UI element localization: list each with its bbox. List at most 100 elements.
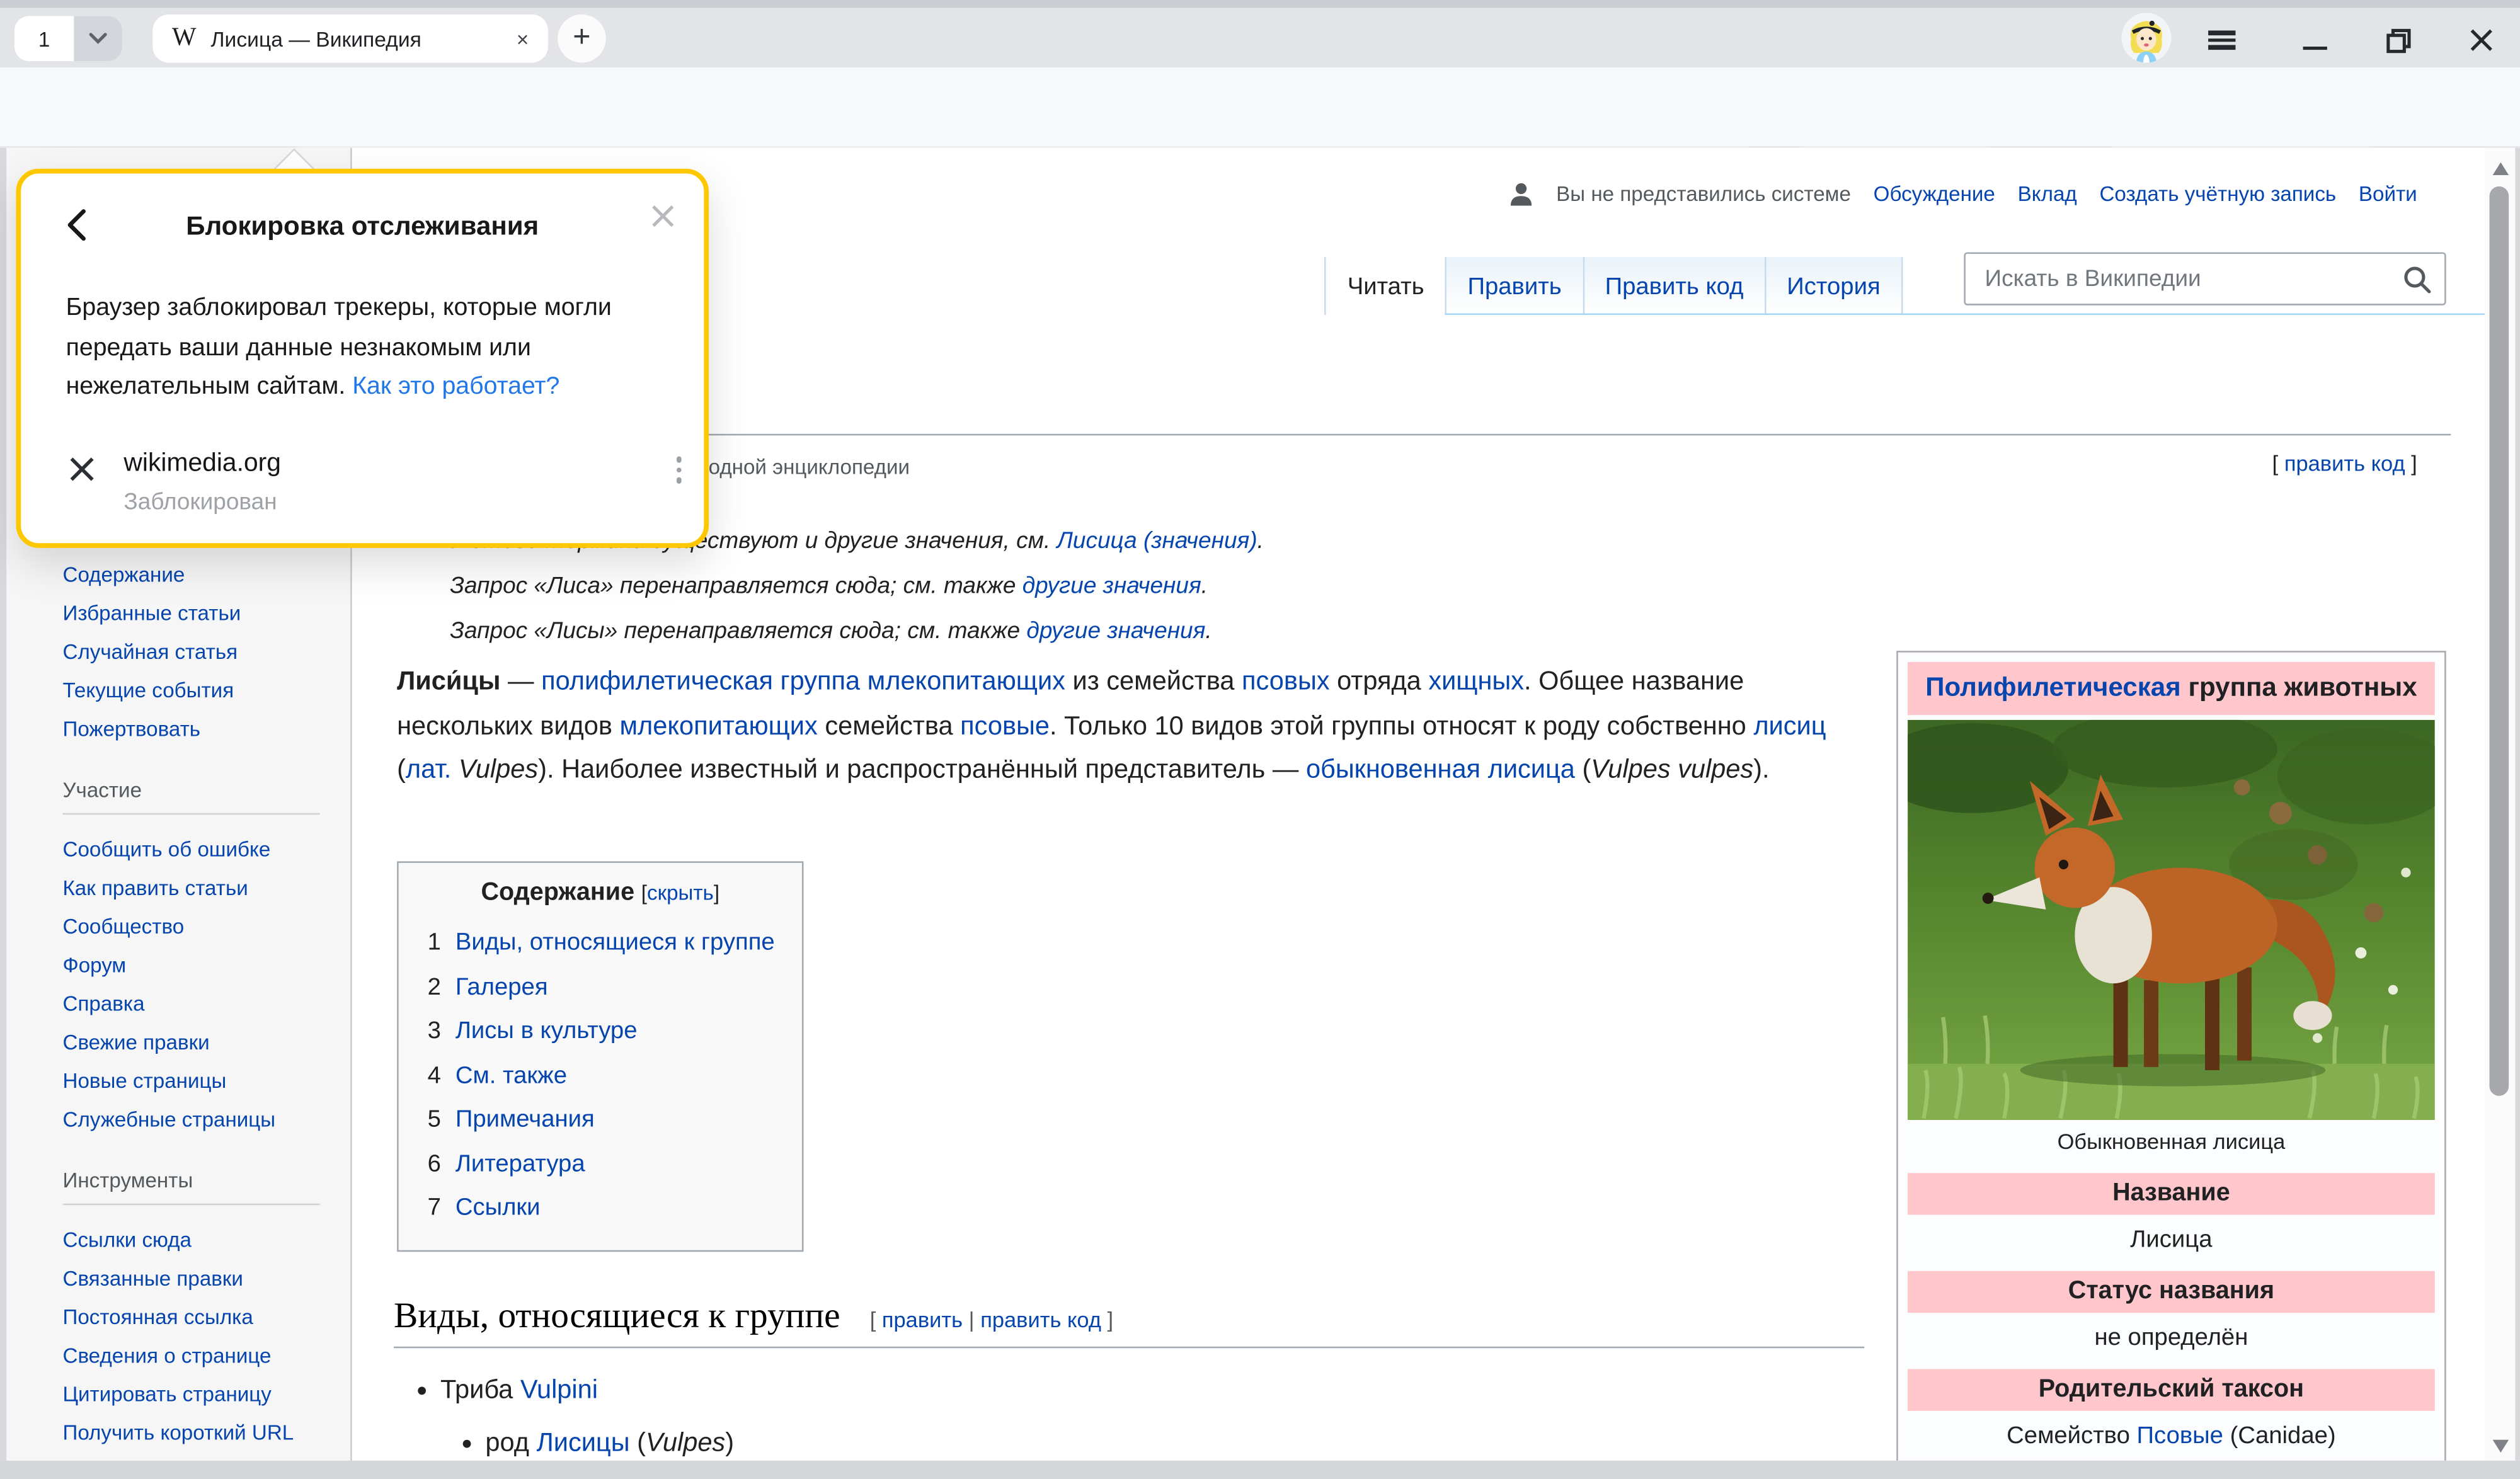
personal-bar: Вы не представились системе Обсуждение В… — [1509, 181, 2417, 205]
scrollbar-thumb[interactable] — [2490, 186, 2509, 1096]
sidebar-item[interactable]: Служебные страницы — [62, 1104, 337, 1136]
close-icon — [651, 204, 675, 228]
not-logged-in-label: Вы не представились системе — [1556, 181, 1851, 205]
sidebar-item[interactable]: Новые страницы — [62, 1065, 337, 1097]
profile-avatar[interactable] — [2121, 13, 2171, 62]
lead-paragraph: Лиси́цы — полифилетическая группа млекоп… — [397, 660, 1832, 793]
tab-close-icon[interactable]: × — [517, 26, 529, 50]
blocked-site-menu-button[interactable] — [676, 456, 682, 483]
sidebar-item[interactable]: Свежие правки — [62, 1027, 337, 1059]
minimize-button[interactable] — [2296, 23, 2332, 58]
sidebar-item[interactable]: Текущие события — [62, 675, 337, 707]
new-tab-button[interactable]: + — [558, 14, 606, 63]
taxobox-rows: Название Лисица Статус названия не опред… — [1908, 1173, 2435, 1461]
blocked-site-domain: wikimedia.org — [123, 450, 281, 479]
taxobox-row: Родительский таксон Семейство Псовые (Ca… — [1908, 1369, 2435, 1460]
sidebar-item[interactable]: Пожертвовать — [62, 714, 337, 746]
toc-title: Содержание [скрыть] — [418, 879, 782, 908]
personal-link-contributions[interactable]: Вклад — [2018, 181, 2077, 205]
image-caption: Обыкновенная лисица — [1908, 1120, 2435, 1167]
sidebar-item[interactable]: Сообщество — [62, 911, 337, 943]
toc-item[interactable]: 6Литература — [428, 1141, 783, 1185]
sidebar-item[interactable]: Получить короткий URL — [62, 1417, 337, 1449]
blocked-site-remove-button[interactable] — [69, 456, 95, 490]
sidebar-participation-list: Сообщить об ошибке Как править статьи Сооб… — [62, 834, 337, 1136]
sidebar-item[interactable]: Избранные статьи — [62, 598, 337, 630]
sidebar-item[interactable]: Форум — [62, 950, 337, 982]
chevron-down-icon — [88, 32, 108, 45]
toc-item[interactable]: 3Лисы в культуре — [428, 1009, 783, 1053]
sidebar-item[interactable]: Сообщить об ошибке — [62, 834, 337, 866]
restore-button[interactable] — [2380, 23, 2415, 58]
tab-title: Лисица — Википедия — [210, 26, 503, 50]
personal-link-talk[interactable]: Обсуждение — [1874, 181, 1995, 205]
edit-source-top[interactable]: [ править код ] — [2272, 452, 2417, 476]
scrollbar-down-arrow[interactable] — [2493, 1440, 2509, 1453]
browser-menu-button[interactable] — [2203, 23, 2238, 58]
tab-group-control[interactable]: 1 — [14, 16, 122, 61]
species-list-item: Триба Vulpini — [418, 1376, 598, 1406]
toc-item[interactable]: 7Ссылки — [428, 1186, 783, 1230]
user-icon — [1509, 181, 1533, 205]
sidebar-item[interactable]: Случайная статья — [62, 636, 337, 668]
toc-item[interactable]: 1Виды, относящиеся к группе — [428, 921, 783, 965]
tab-strip: 1 W Лисица — Википедия × + — [0, 8, 2520, 67]
taxobox-row: Статус названия не определён — [1908, 1271, 2435, 1362]
row-value: не определён — [1908, 1313, 2435, 1362]
view-tabs: Читать Править Править код История — [1325, 257, 1903, 315]
personal-link-login[interactable]: Войти — [2359, 181, 2417, 205]
sidebar-item[interactable]: Цитировать страницу — [62, 1379, 337, 1411]
sidebar-item[interactable]: Как править статьи — [62, 872, 337, 905]
section-edit-links[interactable]: [ править | править код ] — [870, 1308, 1113, 1332]
personal-link-create-account[interactable]: Создать учётную запись — [2099, 181, 2336, 205]
sidebar-item[interactable]: Постоянная ссылка — [62, 1301, 337, 1333]
tab-list-chevron-button[interactable] — [74, 16, 122, 61]
x-icon — [69, 456, 95, 482]
restore-window-icon — [2384, 26, 2411, 54]
toc-item[interactable]: 2Галерея — [428, 965, 783, 1009]
taxobox: Полифилетическая группа животных — [1896, 651, 2446, 1461]
avatar-girl-icon — [2121, 13, 2171, 62]
search-icon[interactable] — [2403, 265, 2432, 294]
toc-list: 1Виды, относящиеся к группе 2Галерея 3Ли… — [418, 921, 782, 1230]
toc-item[interactable]: 4См. также — [428, 1053, 783, 1097]
close-window-button[interactable] — [2464, 23, 2499, 58]
table-of-contents: Содержание [скрыть] 1Виды, относящиеся к… — [397, 861, 803, 1251]
edit-source-link[interactable]: править код — [980, 1308, 1101, 1332]
hatnote-2: Запрос «Лиса» перенаправляется сюда; см.… — [450, 574, 1208, 600]
row-header: Статус названия — [1908, 1271, 2435, 1313]
window-titlebar — [0, 0, 2520, 8]
tab-read[interactable]: Читать — [1325, 257, 1445, 315]
toc-item[interactable]: 5Примечания — [428, 1097, 783, 1141]
fox-image — [1908, 720, 2435, 1120]
sidebar-item[interactable]: Сведения о странице — [62, 1340, 337, 1373]
how-it-works-link[interactable]: Как это работает? — [352, 373, 559, 400]
popup-close-button[interactable] — [651, 202, 675, 236]
sidebar-item[interactable]: Содержание — [62, 559, 337, 591]
taxobox-header: Полифилетическая группа животных — [1908, 662, 2435, 715]
sidebar-item[interactable]: Справка — [62, 988, 337, 1020]
active-tab[interactable]: W Лисица — Википедия × — [152, 14, 548, 63]
popup-title: Блокировка отслеживания — [21, 212, 704, 243]
browser-window: 1 W Лисица — Википедия × + — [0, 0, 2520, 1479]
fox-photo[interactable] — [1908, 720, 2435, 1120]
sidebar-section-participation: Участие — [62, 778, 319, 815]
tab-counter[interactable]: 1 — [14, 16, 74, 61]
scrollbar-up-arrow[interactable] — [2493, 163, 2509, 175]
sidebar-item[interactable]: Связанные правки — [62, 1263, 337, 1295]
species-sublist-item: род Лисицы (Vulpes) — [463, 1429, 734, 1459]
hatnote-3: Запрос «Лисы» перенаправляется сюда; см.… — [450, 618, 1211, 644]
edit-link[interactable]: править — [882, 1308, 963, 1332]
tab-history[interactable]: История — [1765, 257, 1903, 315]
hamburger-menu-icon — [2208, 28, 2235, 53]
search-input[interactable] — [1981, 265, 2402, 294]
wiki-search[interactable] — [1964, 253, 2446, 306]
tab-edit-source[interactable]: Править код — [1583, 257, 1765, 315]
tab-edit[interactable]: Править — [1445, 257, 1583, 315]
sidebar-item[interactable]: Ссылки сюда — [62, 1225, 337, 1257]
toc-hide-link[interactable]: скрыть — [647, 881, 714, 905]
tab-rule — [1382, 313, 2485, 316]
wikipedia-favicon: W — [172, 24, 197, 53]
section-heading-block: Виды, относящиеся к группе [ править | п… — [394, 1295, 1864, 1348]
sidebar-nav-list: Содержание Избранные статьи Случайная стат… — [62, 559, 337, 746]
